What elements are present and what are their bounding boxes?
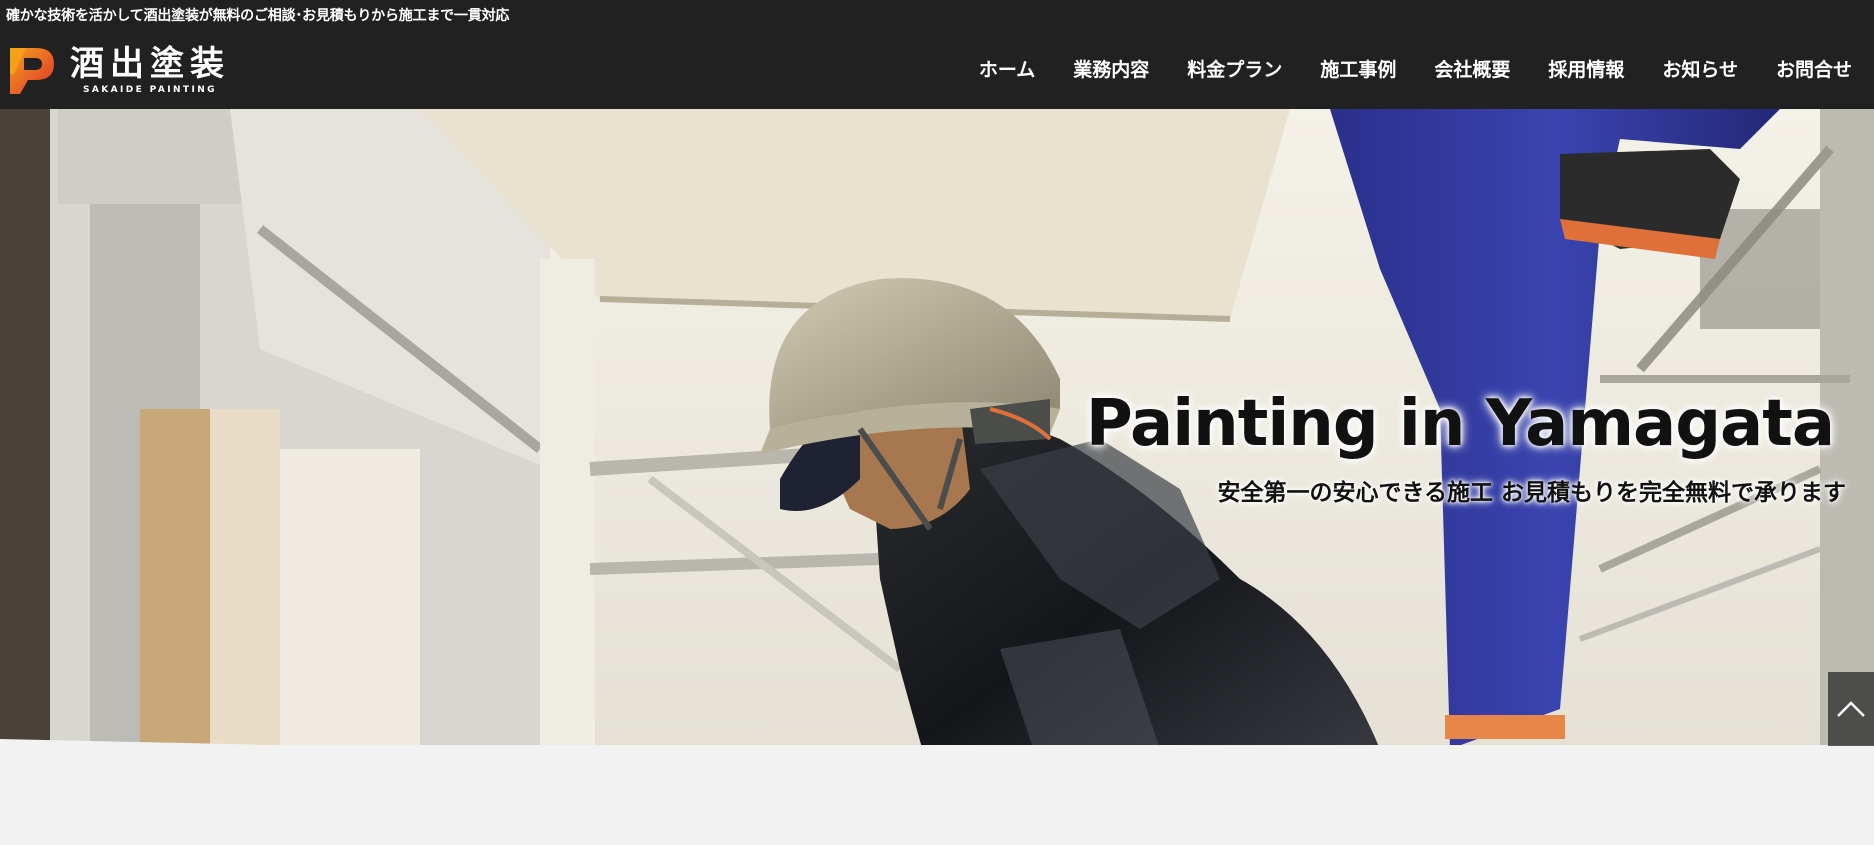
nav-item-works[interactable]: 施工事例 [1320,52,1396,88]
chevron-up-icon [1837,701,1865,717]
back-to-top-button[interactable] [1828,672,1874,746]
nav-item-pricing[interactable]: 料金プラン [1187,52,1282,88]
logo-subtitle: SAKAIDE PAINTING [83,85,217,95]
nav-item-news[interactable]: お知らせ [1662,52,1738,88]
site-header: 確かな技術を活かして酒出塗装が無料のご相談･お見積もりから施工まで一貫対応 酒出… [0,0,1874,109]
hero-subtitle: 安全第一の安心できる施工 お見積もりを完全無料で承ります [1217,480,1846,506]
nav-item-recruit[interactable]: 採用情報 [1548,52,1624,88]
nav-item-company[interactable]: 会社概要 [1434,52,1510,88]
header-tagline: 確かな技術を活かして酒出塗装が無料のご相談･お見積もりから施工まで一貫対応 [6,8,510,24]
hero-section: Painting in Yamagata 安全第一の安心できる施工 お見積もりを… [0,109,1874,777]
hero-title: Painting in Yamagata [1085,387,1835,461]
logo-title: 酒出塗装 [70,44,230,84]
global-nav: ホーム 業務内容 料金プラン 施工事例 会社概要 採用情報 お知らせ お問合せ [941,52,1852,88]
p-letter-logo-icon [10,48,54,94]
site-logo[interactable]: 酒出塗装 SAKAIDE PAINTING [6,44,236,98]
nav-item-contact[interactable]: お問合せ [1776,52,1852,88]
nav-item-home[interactable]: ホーム [979,52,1035,88]
page-bottom-area [0,745,1874,845]
nav-item-services[interactable]: 業務内容 [1073,52,1149,88]
